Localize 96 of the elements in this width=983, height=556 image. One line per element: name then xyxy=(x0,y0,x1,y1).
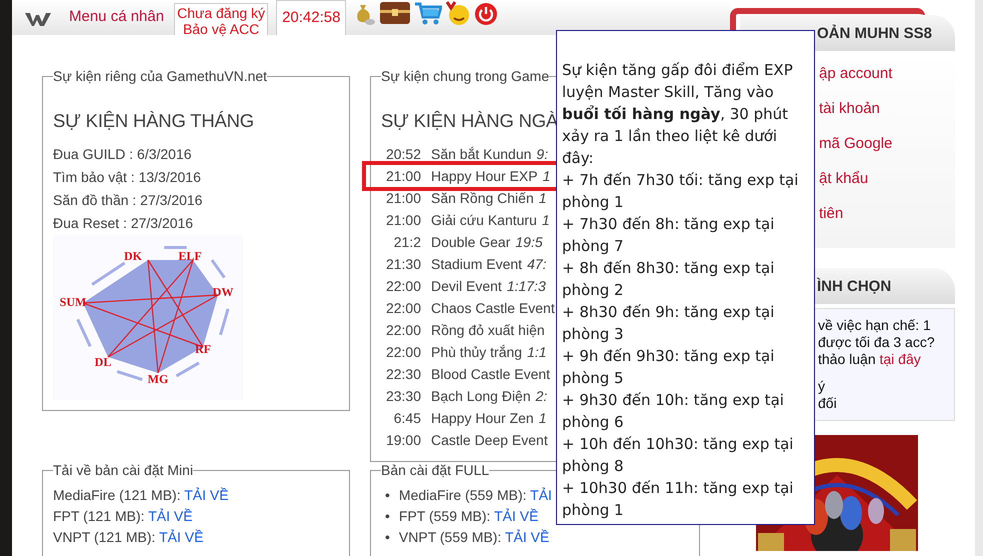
event-time: 23:30 xyxy=(384,387,421,406)
event-time: 6:45 xyxy=(392,409,421,428)
section-legend: Tải về bản cài đặt Mini xyxy=(53,462,194,478)
poll-link[interactable]: tại đây xyxy=(880,351,921,367)
poll-question: được tối đa 3 acc? xyxy=(818,334,936,351)
event-name: Săn Rồng Chiến xyxy=(431,189,534,208)
account-link[interactable]: tài khoản xyxy=(819,98,955,120)
power-icon[interactable] xyxy=(474,2,498,26)
event-date: Săn đồ thần : 27/3/2016 xyxy=(53,191,204,210)
download-label: VNPT (121 MB): xyxy=(53,529,156,545)
tooltip-line: + 8h30 đến 9h: tăng exp tại phòng 3 xyxy=(562,302,776,345)
event-time: 22:00 xyxy=(384,277,421,296)
event-countdown: 1 xyxy=(542,211,550,230)
event-countdown: 1 xyxy=(538,409,547,428)
class-label: DK xyxy=(124,248,142,263)
event-name: Stadium Event xyxy=(431,255,522,274)
class-label: DL xyxy=(94,354,112,369)
event-name: Bạch Long Điện xyxy=(431,387,531,406)
poll-question: thảo luận tại đây xyxy=(818,351,922,368)
class-label: SUM xyxy=(60,294,86,309)
download-link[interactable]: TẢI xyxy=(530,487,552,503)
event-name: Giải cứu Kanturu xyxy=(431,211,537,230)
bullet-mark: • xyxy=(385,508,390,524)
tooltip-line: + 7h30 đến 8h: tăng exp tại phòng 7 xyxy=(562,214,776,257)
event-name: Chaos Castle Event xyxy=(431,299,555,318)
event-name: Happy Hour Zen xyxy=(431,409,534,428)
event-name: Double Gear xyxy=(431,233,510,252)
event-countdown: 9: xyxy=(536,145,548,164)
account-link[interactable]: ập account xyxy=(819,63,955,85)
event-name: Săn bắt Kundun xyxy=(431,145,532,164)
tooltip-line: + 10h30 đến 11h: tăng exp tại phòng 1 xyxy=(562,478,794,521)
menu-link[interactable]: Menu cá nhân xyxy=(69,8,164,25)
event-time: 22:00 xyxy=(384,321,421,340)
class-label: RF xyxy=(195,342,211,356)
poll-option[interactable]: ý xyxy=(818,378,944,395)
event-time: 22:00 xyxy=(384,299,421,318)
event-countdown: 1:17:3 xyxy=(506,277,546,296)
event-date: Đua Reset : 27/3/2016 xyxy=(53,214,194,233)
bullet-mark: • xyxy=(385,487,390,503)
event-countdown: 2: xyxy=(536,387,548,406)
download-link[interactable]: TẢI VỀ xyxy=(504,529,550,545)
section-heading: SỰ KIỆN HÀNG THÁNG xyxy=(53,110,254,132)
poll-option[interactable]: đối xyxy=(818,395,944,412)
event-countdown: 1 xyxy=(542,167,550,186)
download-link[interactable]: TẢI VỀ xyxy=(159,529,204,545)
event-name: Devil Event xyxy=(431,277,502,296)
event-name: Castle Deep Event xyxy=(431,431,548,450)
register-notice-button[interactable]: Chưa đăng ký Bảo vệ ACC xyxy=(174,3,268,35)
event-time: 21:00 xyxy=(384,167,421,186)
download-label: VNPT (559 MB): xyxy=(398,529,502,545)
class-label: ELF xyxy=(178,248,202,263)
event-date: Tìm bảo vật : 13/3/2016 xyxy=(53,168,202,187)
tooltip-line: + 9h30 đến 10h: tăng exp tại phòng 6 xyxy=(562,390,785,433)
event-countdown: 1:1 xyxy=(527,343,547,362)
event-time: 20:52 xyxy=(384,145,421,164)
download-label: MediaFire (559 MB): xyxy=(398,487,526,503)
event-time: 22:30 xyxy=(384,365,421,384)
download-label: MediaFire (121 MB): xyxy=(53,487,181,503)
event-name: Happy Hour EXP xyxy=(431,167,538,186)
account-link[interactable]: ật khẩu xyxy=(819,168,955,190)
section-legend: Sự kiện chung trong Game xyxy=(381,68,550,84)
event-time: 19:00 xyxy=(384,431,421,450)
event-time: 21:30 xyxy=(384,255,421,274)
event-time: 22:00 xyxy=(384,343,421,362)
poll-question: về việc hạn chế: 1 xyxy=(818,317,932,334)
class-label: DW xyxy=(212,284,234,299)
class-label: MG xyxy=(148,372,168,386)
clock: 20:42:58 xyxy=(276,0,346,35)
event-countdown: 47: xyxy=(527,255,547,274)
tooltip-line: + 9h đến 9h30: tăng exp tại phòng 5 xyxy=(562,346,776,389)
event-name: Blood Castle Event xyxy=(431,365,550,384)
section-legend: Bản cài đặt FULL xyxy=(381,462,490,478)
download-link[interactable]: TẢI VỀ xyxy=(148,508,193,524)
tooltip-line: + 10h đến 10h30: tăng exp tại phòng 8 xyxy=(562,434,794,477)
tooltip-line: + 7h đến 7h30 tối: tăng exp tại phòng 1 xyxy=(562,170,800,213)
event-time: 21:2 xyxy=(392,233,421,252)
event-name: Phù thủy trắng xyxy=(431,343,522,362)
section-legend: Sự kiện riêng của GamethuVN.net xyxy=(53,68,268,84)
event-countdown: 1 xyxy=(538,189,547,208)
download-label: FPT (121 MB): xyxy=(53,508,145,524)
event-countdown: 19:5 xyxy=(515,233,543,252)
account-link[interactable]: tiên xyxy=(819,203,955,225)
treasure-chest-icon[interactable] xyxy=(379,0,412,26)
smiley-icon[interactable] xyxy=(445,0,472,26)
event-name: Rồng đỏ xuất hiện xyxy=(431,321,545,340)
section-heading: SỰ KIỆN HÀNG NGÀ xyxy=(381,110,558,132)
event-time: 21:00 xyxy=(384,211,421,230)
account-link[interactable]: mã Google xyxy=(819,133,955,155)
bullet-mark: • xyxy=(385,529,390,545)
event-time: 21:00 xyxy=(384,189,421,208)
tooltip-text: Sự kiện tăng gấp đôi điểm EXP luyện Master Skill, Tăng vào buổi tối hàng ngày, 30 phút xảy ra 1 lần theo liệt kê dưới đây: xyxy=(562,60,794,169)
download-link[interactable]: TẢI VỀ xyxy=(184,487,229,503)
logo-icon[interactable] xyxy=(25,11,51,27)
download-link[interactable]: TẢI VỀ xyxy=(494,508,538,524)
download-label: FPT (559 MB): xyxy=(398,508,490,524)
event-date: Đua GUILD : 6/3/2016 xyxy=(53,145,193,164)
